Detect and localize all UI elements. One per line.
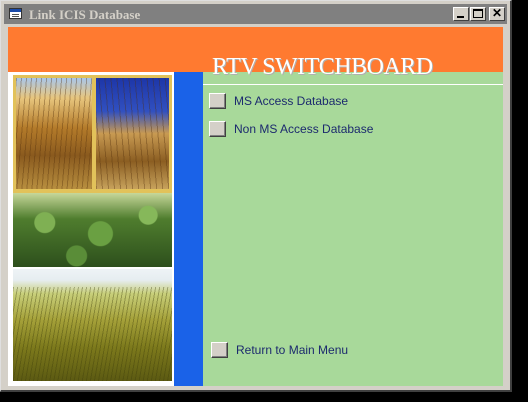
menu-item-non-ms-access[interactable]: Non MS Access Database	[209, 120, 373, 138]
wheat-field-image	[16, 78, 92, 189]
close-icon: ✕	[491, 6, 503, 20]
non-ms-access-database-button[interactable]	[209, 121, 226, 137]
maximize-icon	[473, 9, 483, 18]
return-label: Return to Main Menu	[236, 343, 349, 357]
menu-item-label: Non MS Access Database	[234, 122, 374, 136]
title-divider	[190, 84, 503, 85]
maximize-button[interactable]	[470, 7, 486, 21]
wheat-photo-frame	[13, 75, 172, 193]
accent-bar	[174, 72, 203, 386]
return-to-main-menu-button[interactable]	[211, 342, 228, 358]
title-bar[interactable]: Link ICIS Database ✕	[4, 4, 507, 24]
menu-item-label: MS Access Database	[234, 94, 349, 108]
menu-item-ms-access[interactable]: MS Access Database	[209, 92, 348, 110]
switchboard-form: RTV SWITCHBOARD MS Access Database Non M…	[8, 27, 503, 386]
minimize-button[interactable]	[453, 7, 469, 21]
window-title: Link ICIS Database	[29, 7, 141, 22]
wheat-sky-image	[96, 78, 169, 189]
rice-field-image	[13, 269, 172, 381]
access-form-window: Link ICIS Database ✕ RTV SWITCHBOARD MS …	[0, 0, 512, 392]
close-button[interactable]: ✕	[489, 6, 505, 21]
ms-access-database-button[interactable]	[209, 93, 226, 109]
minimize-icon	[457, 16, 464, 18]
crop-photo-panel	[8, 72, 174, 386]
switchboard-title: RTV SWITCHBOARD	[212, 54, 433, 80]
leaf-crop-image	[13, 193, 172, 267]
menu-item-return[interactable]: Return to Main Menu	[211, 341, 348, 359]
form-icon	[9, 8, 22, 19]
